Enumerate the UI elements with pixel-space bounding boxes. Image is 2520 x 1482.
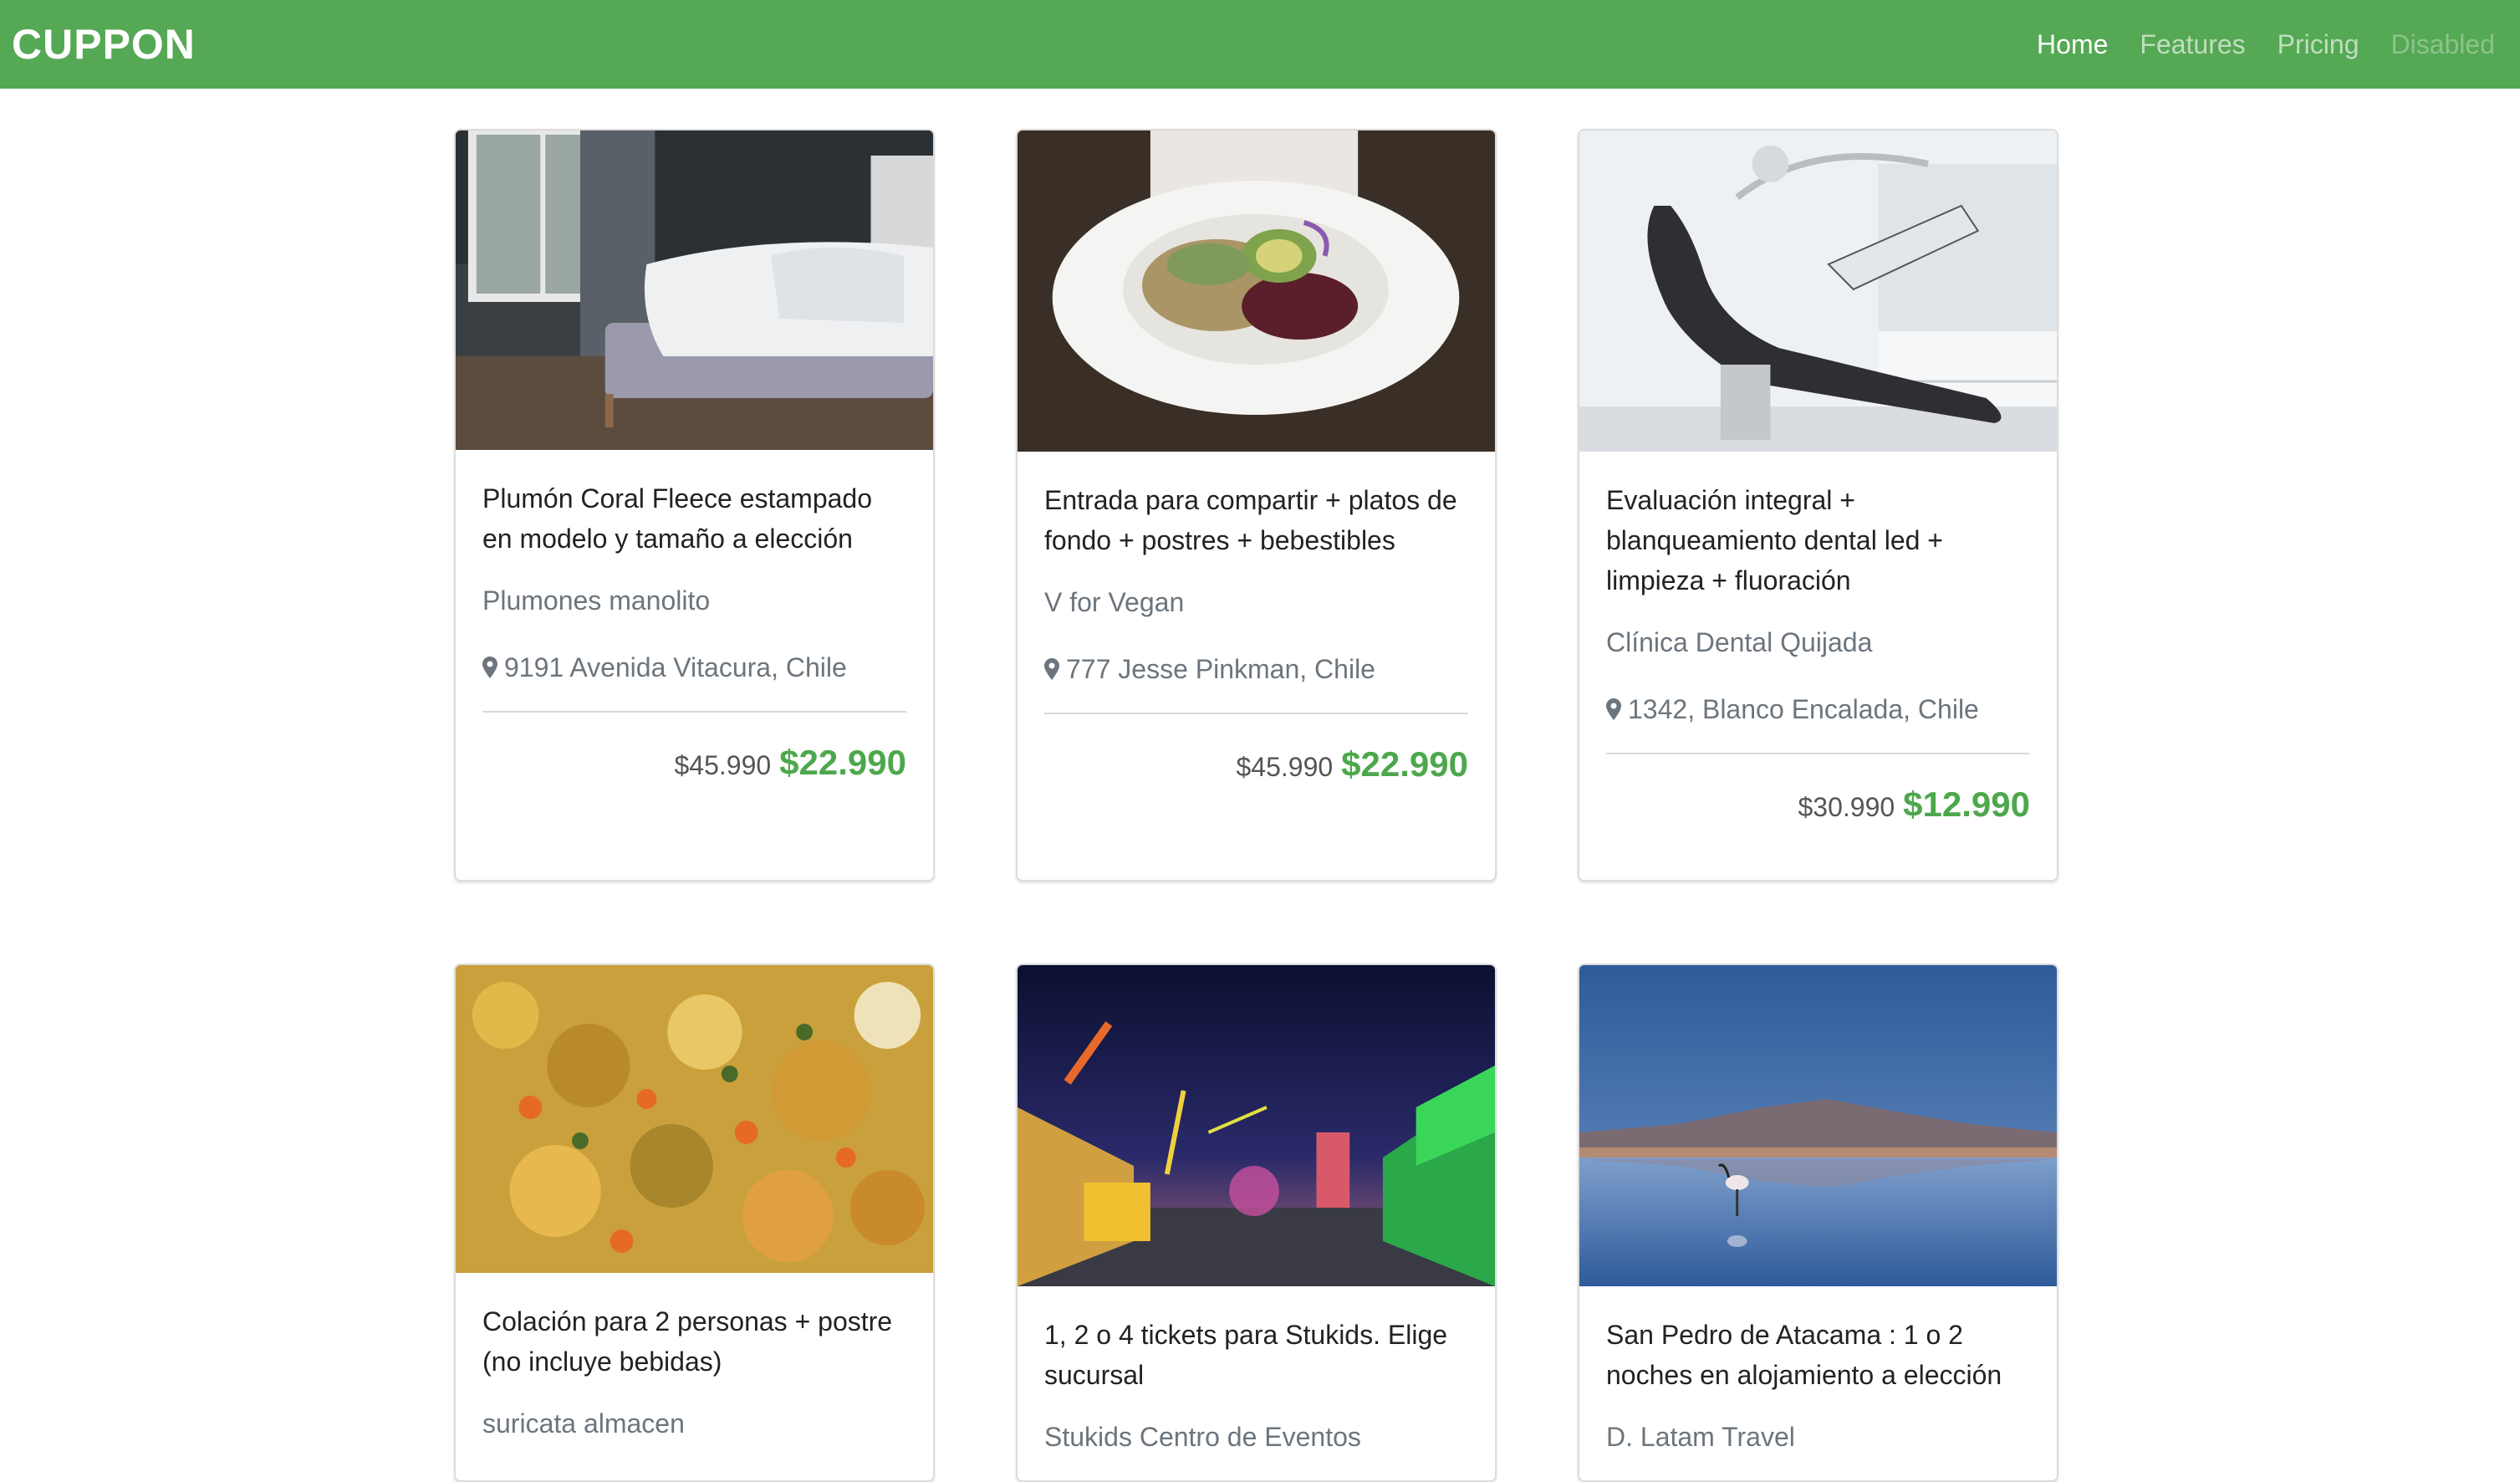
deal-address: 777 Jesse Pinkman, Chile xyxy=(1044,652,1468,686)
old-price: $30.990 xyxy=(1798,792,1895,822)
bedroom-bed-photo xyxy=(456,130,933,450)
merchant-name: V for Vegan xyxy=(1044,587,1185,617)
deal-title[interactable]: Evaluación integral + blanqueamiento den… xyxy=(1606,480,2030,600)
divider xyxy=(1606,753,2030,754)
deal-card[interactable]: Plumón Coral Fleece estampado en modelo … xyxy=(454,129,935,882)
new-price: $22.990 xyxy=(779,743,906,782)
card-body: Evaluación integral + blanqueamiento den… xyxy=(1579,452,2057,829)
new-price: $22.990 xyxy=(1341,744,1468,784)
deal-card[interactable]: Colación para 2 personas + postre (no in… xyxy=(454,963,935,1482)
deal-image-atacama[interactable] xyxy=(1579,965,2057,1286)
amusement-park-night-photo xyxy=(1018,965,1495,1286)
dental-chair-photo xyxy=(1579,130,2057,452)
address-text: 777 Jesse Pinkman, Chile xyxy=(1066,654,1375,684)
deal-card[interactable]: Entrada para compartir + platos de fondo… xyxy=(1016,129,1497,882)
map-pin-icon xyxy=(1606,698,1621,720)
deal-title[interactable]: Entrada para compartir + platos de fondo… xyxy=(1044,480,1468,560)
flamingo-lagoon-photo xyxy=(1579,965,2057,1286)
deal-title[interactable]: Plumón Coral Fleece estampado en modelo … xyxy=(482,478,906,559)
deal-image-bedroom[interactable] xyxy=(456,130,933,450)
address-text: 9191 Avenida Vitacura, Chile xyxy=(504,652,847,682)
vegetable-rice-dish-photo xyxy=(456,965,933,1273)
price-row: $45.990 $22.990 xyxy=(1044,743,1469,789)
deal-address: 9191 Avenida Vitacura, Chile xyxy=(482,651,906,684)
new-price: $12.990 xyxy=(1903,784,2030,824)
address-text: 1342, Blanco Encalada, Chile xyxy=(1628,694,1979,724)
old-price: $45.990 xyxy=(674,750,772,780)
price-row: $30.990 $12.990 xyxy=(1606,783,2031,829)
deal-image-stukids[interactable] xyxy=(1018,965,1495,1286)
merchant-name: Stukids Centro de Eventos xyxy=(1044,1422,1361,1452)
divider xyxy=(1044,713,1468,714)
card-body: 1, 2 o 4 tickets para Stukids. Elige suc… xyxy=(1018,1286,1495,1454)
divider xyxy=(482,711,906,713)
deal-image-vegan[interactable] xyxy=(1018,130,1495,452)
merchant-name: Plumones manolito xyxy=(482,585,711,616)
card-body: San Pedro de Atacama : 1 o 2 noches en a… xyxy=(1579,1286,2057,1454)
deal-image-rice[interactable] xyxy=(456,965,933,1273)
deals-grid: Plumón Coral Fleece estampado en modelo … xyxy=(0,0,2520,1482)
card-body: Plumón Coral Fleece estampado en modelo … xyxy=(456,450,933,787)
deal-image-dental[interactable] xyxy=(1579,130,2057,452)
old-price: $45.990 xyxy=(1236,752,1334,782)
deal-title[interactable]: 1, 2 o 4 tickets para Stukids. Elige suc… xyxy=(1044,1315,1468,1395)
price-row: $45.990 $22.990 xyxy=(482,741,907,787)
deal-title[interactable]: Colación para 2 personas + postre (no in… xyxy=(482,1301,906,1382)
deal-address: 1342, Blanco Encalada, Chile xyxy=(1606,692,2030,726)
map-pin-icon xyxy=(482,657,497,678)
deal-card[interactable]: San Pedro de Atacama : 1 o 2 noches en a… xyxy=(1578,963,2058,1482)
card-body: Colación para 2 personas + postre (no in… xyxy=(456,1273,933,1440)
deal-card[interactable]: 1, 2 o 4 tickets para Stukids. Elige suc… xyxy=(1016,963,1497,1482)
map-pin-icon xyxy=(1044,658,1059,680)
deal-card[interactable]: Evaluación integral + blanqueamiento den… xyxy=(1578,129,2058,882)
vegan-salad-bowl-photo xyxy=(1018,130,1495,452)
deal-title[interactable]: San Pedro de Atacama : 1 o 2 noches en a… xyxy=(1606,1315,2030,1395)
card-body: Entrada para compartir + platos de fondo… xyxy=(1018,452,1495,789)
merchant-name: Clínica Dental Quijada xyxy=(1606,627,1873,657)
merchant-name: D. Latam Travel xyxy=(1606,1422,1795,1452)
merchant-name: suricata almacen xyxy=(482,1408,685,1439)
